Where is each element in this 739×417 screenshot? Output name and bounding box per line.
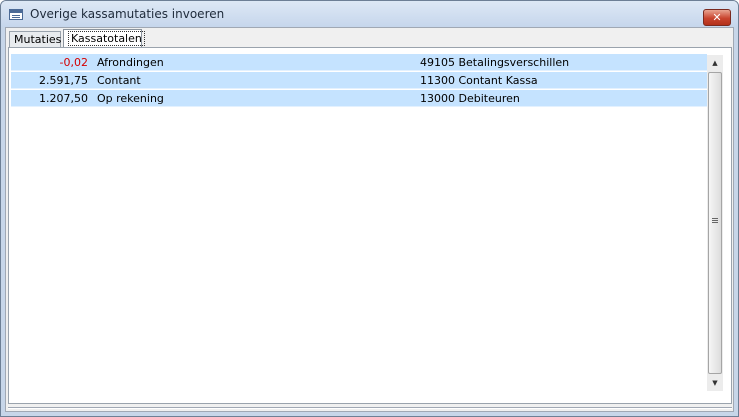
amount-cell: 1.207,50: [39, 92, 88, 105]
form-client-area: Mutaties Kassatotalen -0,02 Afrondingen …: [5, 27, 734, 412]
amount-cell: 2.591,75: [39, 74, 88, 87]
account-cell: 11300 Contant Kassa: [420, 74, 538, 87]
account-cell: 49105 Betalingsverschillen: [420, 56, 570, 69]
tab-label: Mutaties: [14, 33, 62, 46]
title-bar[interactable]: Overige kassamutaties invoeren ✕: [1, 1, 738, 27]
table-row[interactable]: -0,02 Afrondingen 49105 Betalingsverschi…: [11, 54, 707, 71]
grip-icon: [712, 218, 718, 219]
close-icon: ✕: [712, 11, 722, 24]
vertical-scrollbar[interactable]: ▲ ▼: [707, 55, 723, 391]
account-cell: 13000 Debiteuren: [420, 92, 520, 105]
bottom-divider: [8, 407, 732, 409]
amount-cell: -0,02: [59, 56, 88, 69]
form-window-icon: [9, 9, 23, 20]
scroll-up-arrow-icon[interactable]: ▲: [707, 55, 723, 71]
description-cell: Contant: [97, 74, 141, 87]
description-cell: Afrondingen: [97, 56, 164, 69]
tab-label: Kassatotalen: [68, 31, 145, 46]
window-title: Overige kassamutaties invoeren: [30, 7, 225, 21]
app-window: Overige kassamutaties invoeren ✕ Mutatie…: [0, 0, 739, 417]
table-row[interactable]: 1.207,50 Op rekening 13000 Debiteuren: [11, 90, 707, 107]
description-cell: Op rekening: [97, 92, 164, 105]
scroll-down-arrow-icon[interactable]: ▼: [707, 375, 723, 391]
tab-mutaties[interactable]: Mutaties: [9, 31, 61, 48]
table-row[interactable]: 2.591,75 Contant 11300 Contant Kassa: [11, 72, 707, 89]
kassatotalen-panel: -0,02 Afrondingen 49105 Betalingsverschi…: [8, 47, 732, 404]
scrollbar-thumb[interactable]: [708, 72, 722, 374]
close-button[interactable]: ✕: [703, 9, 731, 26]
tab-kassatotalen[interactable]: Kassatotalen: [63, 29, 145, 48]
